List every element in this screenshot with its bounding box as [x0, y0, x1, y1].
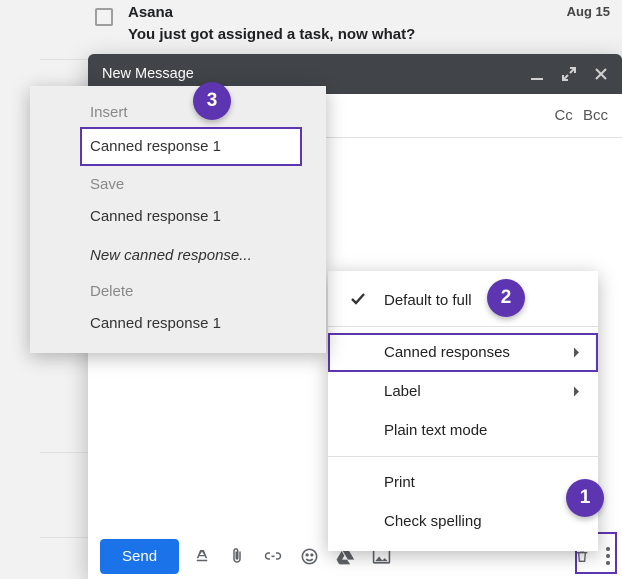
canned-item-label: New canned response... — [90, 247, 252, 264]
step-badge-2: 2 — [487, 279, 525, 317]
date: Aug 15 — [567, 4, 610, 19]
sender: Asana — [128, 4, 173, 21]
expand-icon[interactable] — [562, 67, 576, 81]
chevron-right-icon — [573, 383, 580, 400]
canned-new-item[interactable]: New canned response... — [30, 236, 326, 275]
menu-label: Label — [384, 383, 421, 400]
canned-delete-item[interactable]: Canned response 1 — [30, 304, 326, 343]
check-icon — [350, 292, 366, 310]
menu-separator — [328, 456, 598, 457]
menu-label-item[interactable]: Label — [328, 372, 598, 411]
menu-label: Plain text mode — [384, 422, 487, 439]
subject: You just got assigned a task, now what? — [128, 26, 415, 43]
chevron-right-icon — [573, 344, 580, 361]
menu-plain-text[interactable]: Plain text mode — [328, 411, 598, 450]
attach-icon[interactable] — [228, 546, 246, 566]
menu-default-fullscreen[interactable]: Default to full — [328, 281, 598, 320]
step-badge-3: 3 — [193, 82, 231, 120]
menu-label: Default to full — [384, 292, 472, 309]
emoji-icon[interactable] — [300, 547, 319, 566]
canned-insert-item[interactable]: Canned response 1 — [80, 127, 302, 166]
canned-item-label: Canned response 1 — [90, 208, 221, 225]
cc-button[interactable]: Cc — [554, 107, 572, 124]
row-checkbox[interactable] — [95, 8, 113, 26]
menu-label: Canned responses — [384, 344, 510, 361]
canned-save-item[interactable]: Canned response 1 — [30, 197, 326, 236]
bcc-button[interactable]: Bcc — [583, 107, 608, 124]
minimize-icon[interactable] — [530, 67, 544, 81]
menu-print[interactable]: Print — [328, 463, 598, 502]
canned-item-label: Canned response 1 — [90, 138, 221, 155]
more-options-icon[interactable] — [606, 547, 610, 565]
compose-title: New Message — [102, 66, 194, 82]
step-badge-1: 1 — [566, 479, 604, 517]
link-icon[interactable] — [263, 547, 283, 565]
send-button[interactable]: Send — [100, 539, 179, 574]
close-icon[interactable] — [594, 67, 608, 81]
more-options-menu: Default to full Canned responses Label P… — [328, 271, 598, 551]
canned-item-label: Canned response 1 — [90, 315, 221, 332]
canned-delete-header: Delete — [30, 275, 326, 304]
format-icon[interactable] — [193, 547, 211, 565]
menu-label: Check spelling — [384, 513, 482, 530]
menu-separator — [328, 326, 598, 327]
menu-canned-responses[interactable]: Canned responses — [328, 333, 598, 372]
menu-check-spelling[interactable]: Check spelling — [328, 502, 598, 541]
canned-insert-header: Insert — [30, 96, 326, 125]
menu-label: Print — [384, 474, 415, 491]
canned-save-header: Save — [30, 168, 326, 197]
canned-responses-menu: Insert Canned response 1 Save Canned res… — [30, 86, 326, 353]
